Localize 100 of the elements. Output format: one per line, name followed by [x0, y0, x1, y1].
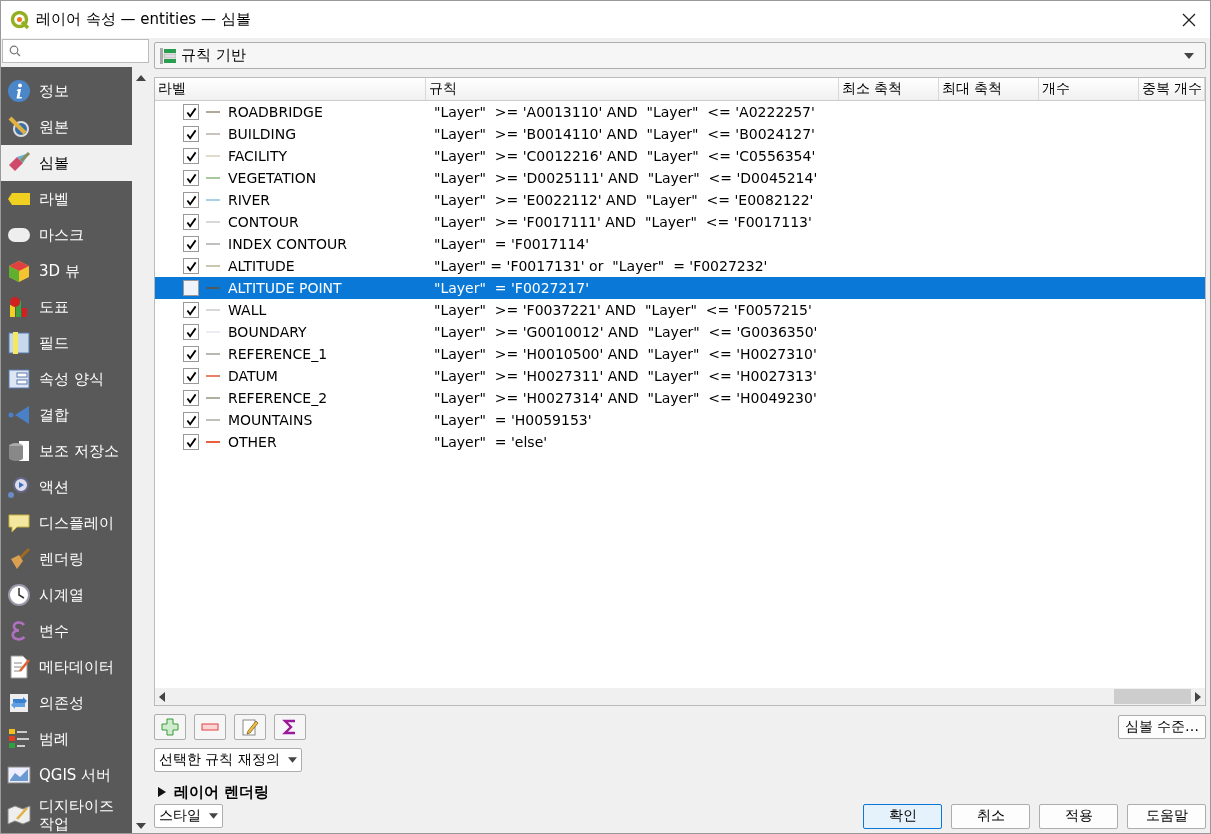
column-header[interactable]: 최대 축척	[939, 78, 1039, 100]
dialog-button[interactable]: 적용	[1039, 803, 1118, 829]
checkbox[interactable]	[183, 390, 199, 406]
column-header[interactable]: 중복 개수	[1139, 78, 1205, 100]
checkbox[interactable]	[183, 148, 199, 164]
table-cell: "Layer" >= 'A0013110' AND "Layer" <= 'A0222257'	[434, 104, 815, 120]
table-row[interactable]: BUILDING "Layer" >= 'B0014110' AND "Layer" <= 'B0024127'	[155, 123, 1205, 145]
table-cell: INDEX CONTOUR	[228, 236, 348, 252]
sidebar-item[interactable]: 마스크	[1, 217, 132, 253]
sidebar-item[interactable]: 시계열	[1, 577, 132, 613]
scroll-right-icon[interactable]	[1195, 691, 1201, 702]
map-icon	[7, 763, 31, 787]
sidebar-item[interactable]: 3D 뷰	[1, 253, 132, 289]
sidebar-item[interactable]: 정보	[1, 73, 132, 109]
table-cell: "Layer" >= 'H0027311' AND "Layer" <= 'H0027313'	[434, 368, 817, 384]
table-cell: "Layer" >= 'H0027314' AND "Layer" <= 'H0049230'	[434, 390, 817, 406]
checkbox[interactable]	[183, 434, 199, 450]
map-pencil-icon	[7, 803, 31, 827]
checkbox[interactable]	[183, 192, 199, 208]
plus-icon	[161, 718, 179, 736]
table-row[interactable]: ALTITUDE "Layer" = 'F0017131' or "Layer" = 'F0027232'	[155, 255, 1205, 277]
sidebar-item[interactable]: 디지타이즈 작업	[1, 793, 132, 833]
dialog-button[interactable]: 확인	[863, 803, 942, 829]
checkmark-icon	[185, 128, 197, 140]
sidebar-item[interactable]: 범례	[1, 721, 132, 757]
sidebar-item[interactable]: 원본	[1, 109, 132, 145]
checkbox[interactable]	[183, 280, 199, 296]
table-row[interactable]: INDEX CONTOUR "Layer" = 'F0017114'	[155, 233, 1205, 255]
database-icon	[7, 439, 31, 463]
sidebar-item[interactable]: 의존성	[1, 685, 132, 721]
table-row[interactable]: BOUNDARY "Layer" >= 'G0010012' AND "Layer" <= 'G0036350'	[155, 321, 1205, 343]
table-row[interactable]: OTHER "Layer" = 'else'	[155, 431, 1205, 453]
symbol-levels-button[interactable]: 심볼 수준…	[1117, 715, 1206, 739]
refine-button[interactable]	[274, 714, 306, 740]
close-icon[interactable]	[1182, 12, 1196, 27]
table-row[interactable]: DATUM "Layer" >= 'H0027311' AND "Layer" <= 'H0027313'	[155, 365, 1205, 387]
sidebar-item[interactable]: 필드	[1, 325, 132, 361]
sidebar-item[interactable]: 변수	[1, 613, 132, 649]
scroll-left-icon[interactable]	[159, 691, 165, 702]
table-cell: "Layer" >= 'F0037221' AND "Layer" <= 'F0057215'	[434, 302, 812, 318]
checkmark-icon	[185, 392, 197, 404]
checkbox[interactable]	[183, 258, 199, 274]
table-row[interactable]: MOUNTAINS "Layer" = 'H0059153'	[155, 409, 1205, 431]
column-header[interactable]: 최소 축척	[839, 78, 939, 100]
sidebar-item[interactable]: 라벨	[1, 181, 132, 217]
scroll-up-icon[interactable]	[135, 75, 146, 81]
checkbox[interactable]	[183, 302, 199, 318]
checkmark-icon	[185, 194, 197, 206]
style-dropdown[interactable]: 스타일	[154, 804, 223, 828]
sidebar-item[interactable]: 도표	[1, 289, 132, 325]
table-cell: "Layer" = 'else'	[434, 434, 548, 450]
sidebar-item[interactable]: 보조 저장소	[1, 433, 132, 469]
scroll-down-icon[interactable]	[135, 823, 146, 829]
sidebar-item[interactable]: 액션	[1, 469, 132, 505]
table-row[interactable]: ALTITUDE POINT "Layer" = 'F0027217'	[155, 277, 1205, 299]
sidebar-item[interactable]: 심볼	[1, 145, 132, 181]
info-icon	[7, 79, 31, 103]
column-header[interactable]: 규칙	[426, 78, 839, 100]
edit-rule-button[interactable]	[234, 714, 266, 740]
dialog-button[interactable]: 도움말	[1127, 803, 1206, 829]
sidebar-item[interactable]: 결합	[1, 397, 132, 433]
arrows-icon	[7, 691, 31, 715]
override-dropdown[interactable]: 선택한 규칙 재정의	[154, 748, 302, 772]
pencil-icon	[241, 718, 259, 736]
checkbox[interactable]	[183, 170, 199, 186]
checkbox[interactable]	[183, 104, 199, 120]
table-row[interactable]: REFERENCE_1 "Layer" >= 'H0010500' AND "Layer" <= 'H0027310'	[155, 343, 1205, 365]
checkmark-icon	[185, 106, 197, 118]
dialog-button[interactable]: 취소	[951, 803, 1030, 829]
checkbox[interactable]	[183, 368, 199, 384]
renderer-dropdown[interactable]: 규칙 기반	[154, 42, 1206, 69]
checkbox[interactable]	[183, 412, 199, 428]
speech-bubble-icon	[7, 511, 31, 535]
layer-rendering-section[interactable]: 레이어 렌더링	[154, 782, 270, 802]
table-cell: "Layer" >= 'C0012216' AND "Layer" <= 'C0556354'	[434, 148, 816, 164]
checkmark-icon	[185, 414, 197, 426]
table-row[interactable]: ROADBRIDGE "Layer" >= 'A0013110' AND "Layer" <= 'A0222257'	[155, 101, 1205, 123]
table-cell: RIVER	[228, 192, 270, 208]
table-row[interactable]: CONTOUR "Layer" >= 'F0017111' AND "Layer" <= 'F0017113'	[155, 211, 1205, 233]
checkmark-icon	[185, 436, 197, 448]
sidebar-item[interactable]: QGIS 서버	[1, 757, 132, 793]
checkbox[interactable]	[183, 236, 199, 252]
search-field[interactable]	[2, 39, 149, 63]
table-row[interactable]: WALL "Layer" >= 'F0037221' AND "Layer" <= 'F0057215'	[155, 299, 1205, 321]
checkbox[interactable]	[183, 214, 199, 230]
sidebar-item[interactable]: 디스플레이	[1, 505, 132, 541]
table-row[interactable]: REFERENCE_2 "Layer" >= 'H0027314' AND "Layer" <= 'H0049230'	[155, 387, 1205, 409]
sidebar-item[interactable]: 속성 양식	[1, 361, 132, 397]
scrollbar[interactable]	[155, 688, 1205, 705]
column-header[interactable]: 라벨	[155, 78, 426, 100]
checkbox[interactable]	[183, 126, 199, 142]
sidebar-item[interactable]: 렌더링	[1, 541, 132, 577]
table-cell: ALTITUDE	[228, 258, 295, 274]
table-row[interactable]: VEGETATION "Layer" >= 'D0025111' AND "Layer" <= 'D0045214'	[155, 167, 1205, 189]
checkbox[interactable]	[183, 346, 199, 362]
table-row[interactable]: FACILITY "Layer" >= 'C0012216' AND "Layer" <= 'C0556354'	[155, 145, 1205, 167]
column-header[interactable]: 개수	[1039, 78, 1139, 100]
table-row[interactable]: RIVER "Layer" >= 'E0022112' AND "Layer" <= 'E0082122'	[155, 189, 1205, 211]
checkbox[interactable]	[183, 324, 199, 340]
sidebar-item[interactable]: 메타데이터	[1, 649, 132, 685]
